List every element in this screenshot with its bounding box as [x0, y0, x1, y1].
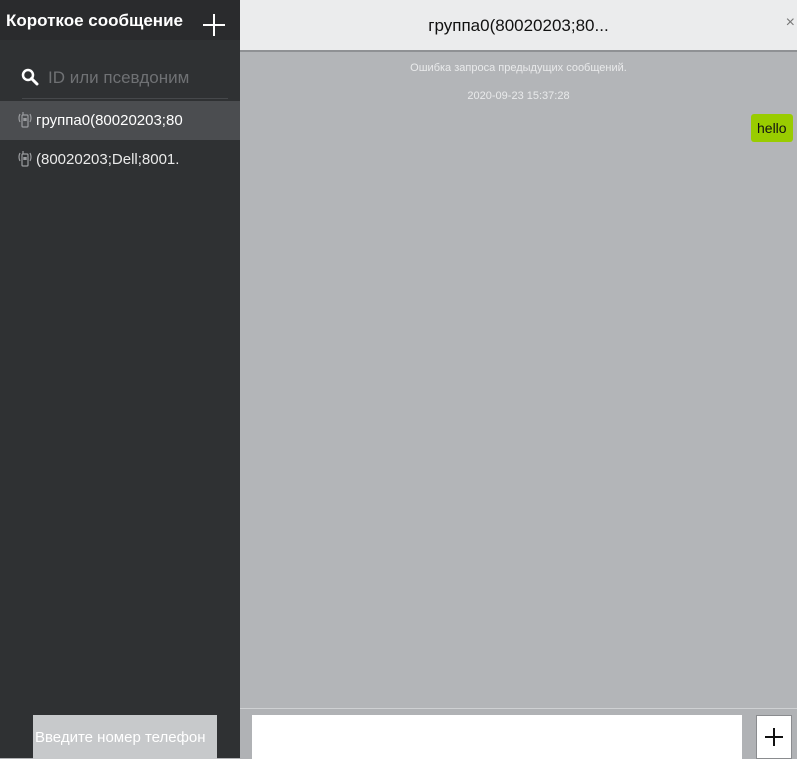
close-icon[interactable]: ×: [786, 14, 795, 32]
plus-icon: [203, 14, 225, 36]
history-error-notice: Ошибка запроса предыдущих сообщений.: [410, 62, 627, 74]
chat-header: группа0(80020203;80... ×: [240, 0, 797, 52]
search-divider: [22, 98, 228, 99]
new-message-button[interactable]: [199, 9, 229, 39]
conversation-item-group0[interactable]: группа0(80020203;80: [0, 101, 240, 140]
sidebar-title: Короткое сообщение: [6, 11, 183, 30]
compose-bar: [240, 708, 797, 759]
conversation-label: группа0(80020203;80: [36, 112, 183, 129]
outgoing-message-bubble[interactable]: hello: [751, 114, 793, 142]
message-area: Ошибка запроса предыдущих сообщений. 202…: [240, 52, 797, 708]
sidebar-footer: [0, 704, 240, 759]
conversation-item-dell[interactable]: (80020203;Dell;8001.: [0, 140, 240, 179]
conversation-sidebar: Короткое сообщение гр: [0, 0, 240, 759]
plus-icon: [765, 728, 783, 746]
walkie-talkie-icon: [17, 150, 33, 173]
message-timestamp: 2020-09-23 15:37:28: [467, 90, 570, 102]
chat-title: группа0(80020203;80...: [428, 16, 609, 35]
search-icon: [21, 68, 39, 91]
contact-search: [0, 60, 240, 96]
search-input[interactable]: [48, 64, 228, 92]
conversation-label: (80020203;Dell;8001.: [36, 151, 180, 168]
walkie-talkie-icon: [17, 111, 33, 134]
attach-button[interactable]: [756, 715, 792, 759]
message-input[interactable]: [252, 715, 742, 759]
sidebar-header: Короткое сообщение: [0, 0, 240, 40]
phone-number-input[interactable]: [33, 715, 217, 759]
